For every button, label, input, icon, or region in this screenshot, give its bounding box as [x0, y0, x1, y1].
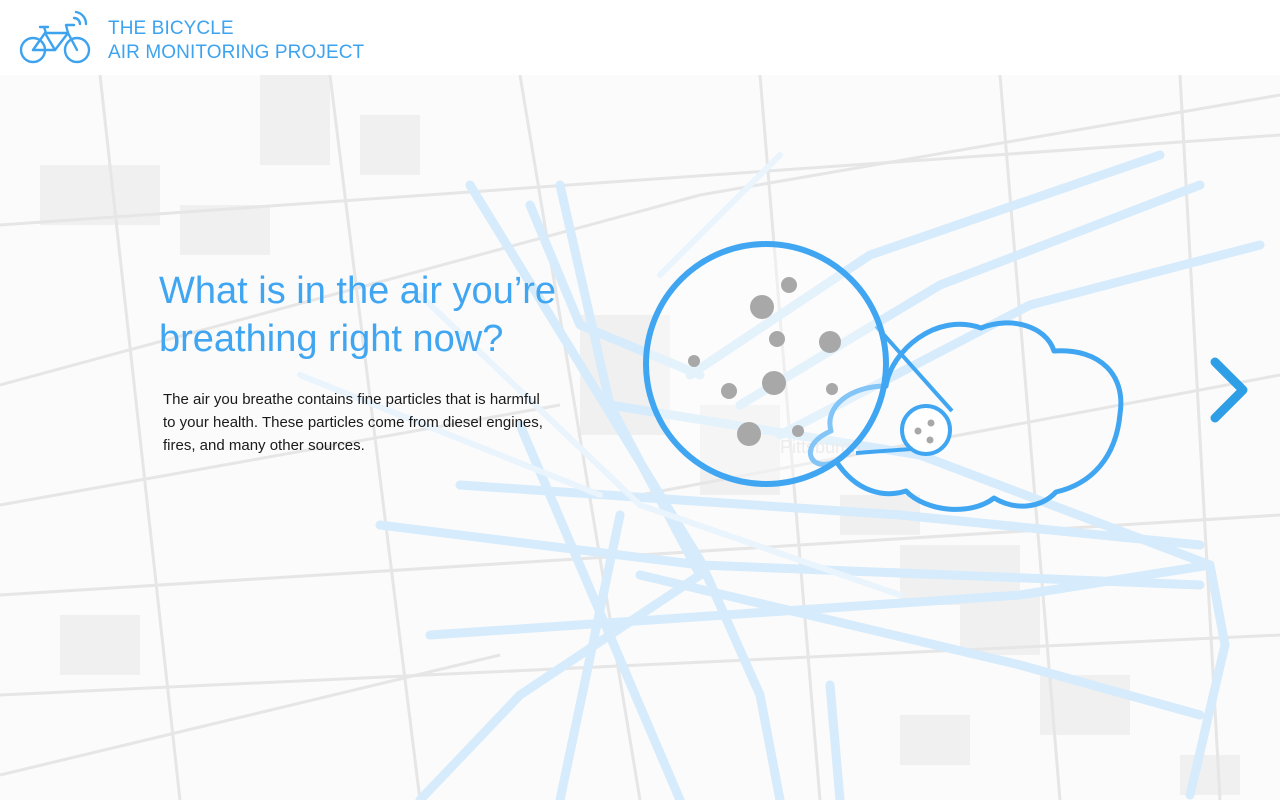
page-headline: What is in the air you’re breathing righ…: [159, 267, 639, 363]
next-slide-button[interactable]: [1200, 350, 1260, 430]
bicycle-signal-icon[interactable]: [18, 10, 94, 68]
headline-line-1: What is in the air you’re: [159, 270, 557, 312]
brand-line-2: AIR MONITORING PROJECT: [108, 42, 365, 63]
paragraph-line-3: fires, and many other sources.: [163, 437, 365, 454]
headline-line-2: breathing right now?: [159, 318, 504, 360]
intro-content: What is in the air you’re breathing righ…: [0, 0, 1280, 800]
sample-circle: [900, 404, 952, 456]
brand-title[interactable]: THE BICYCLE AIR MONITORING PROJECT: [108, 17, 364, 65]
intro-paragraph: The air you breathe contains fine partic…: [163, 388, 583, 457]
chevron-right-icon: [1210, 357, 1248, 423]
magnifier-circle: [643, 241, 889, 487]
paragraph-line-2: to your health. These particles come fro…: [163, 414, 543, 431]
particles-magnifier-cloud-icon: [643, 241, 1124, 512]
brand-line-1: THE BICYCLE: [108, 18, 234, 39]
page: Pittsburgh THE BICYCLE AIR MONITORING PR…: [0, 0, 1280, 800]
paragraph-line-1: The air you breathe contains fine partic…: [163, 391, 540, 408]
header: THE BICYCLE AIR MONITORING PROJECT: [0, 0, 1280, 75]
